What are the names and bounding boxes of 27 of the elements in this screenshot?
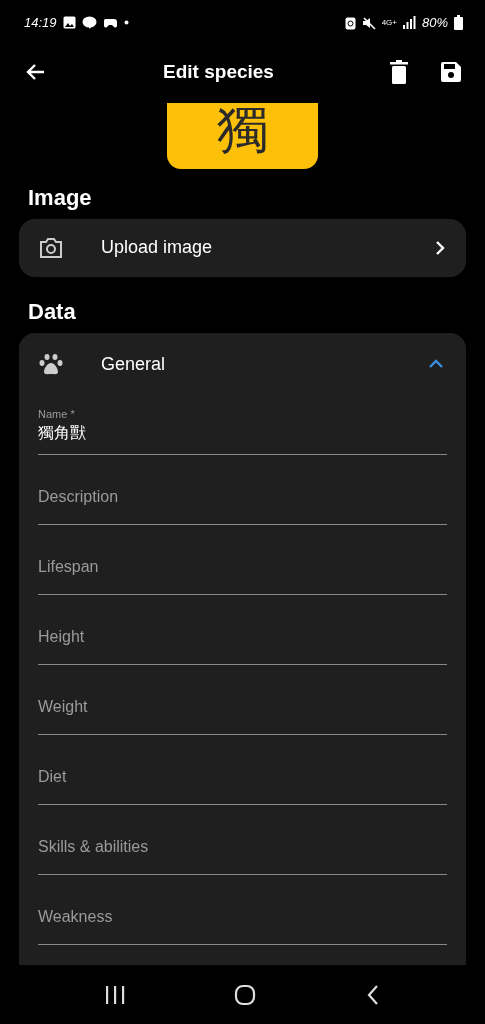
chat-bubble-icon: [81, 16, 97, 29]
input-field[interactable]: Weight: [38, 665, 447, 735]
paw-icon: [39, 353, 63, 375]
section-heading: Data: [28, 299, 77, 325]
status-time: 14:19: [24, 15, 57, 30]
screen-title: Edit species: [162, 61, 275, 83]
input-field[interactable]: Skills & abilities: [38, 805, 447, 875]
input-field[interactable]: Lifespan: [38, 525, 447, 595]
network-type: 4G+: [381, 18, 397, 27]
game-controller-icon: [102, 16, 118, 29]
input-field[interactable]: Diet: [38, 735, 447, 805]
gallery-icon: [62, 16, 76, 29]
input-field[interactable]: Weakness: [38, 875, 447, 945]
battery-percentage: 80%: [421, 15, 448, 30]
image-glyph: 獨: [216, 103, 269, 160]
input-field[interactable]: Description: [38, 455, 447, 525]
battery-saver-icon: [344, 15, 356, 30]
section-heading: Image: [28, 184, 93, 211]
chevron-right-icon: [434, 239, 446, 256]
name-field[interactable]: Name * 獨角獸: [38, 395, 447, 455]
signal-icon: [402, 16, 416, 29]
input-field[interactable]: Height: [38, 595, 447, 665]
camera-icon: [39, 236, 63, 259]
battery-icon: [454, 15, 463, 30]
upload-image-button[interactable]: Upload image: [19, 218, 466, 277]
mute-icon: [361, 15, 376, 30]
dot-icon: [123, 20, 129, 25]
